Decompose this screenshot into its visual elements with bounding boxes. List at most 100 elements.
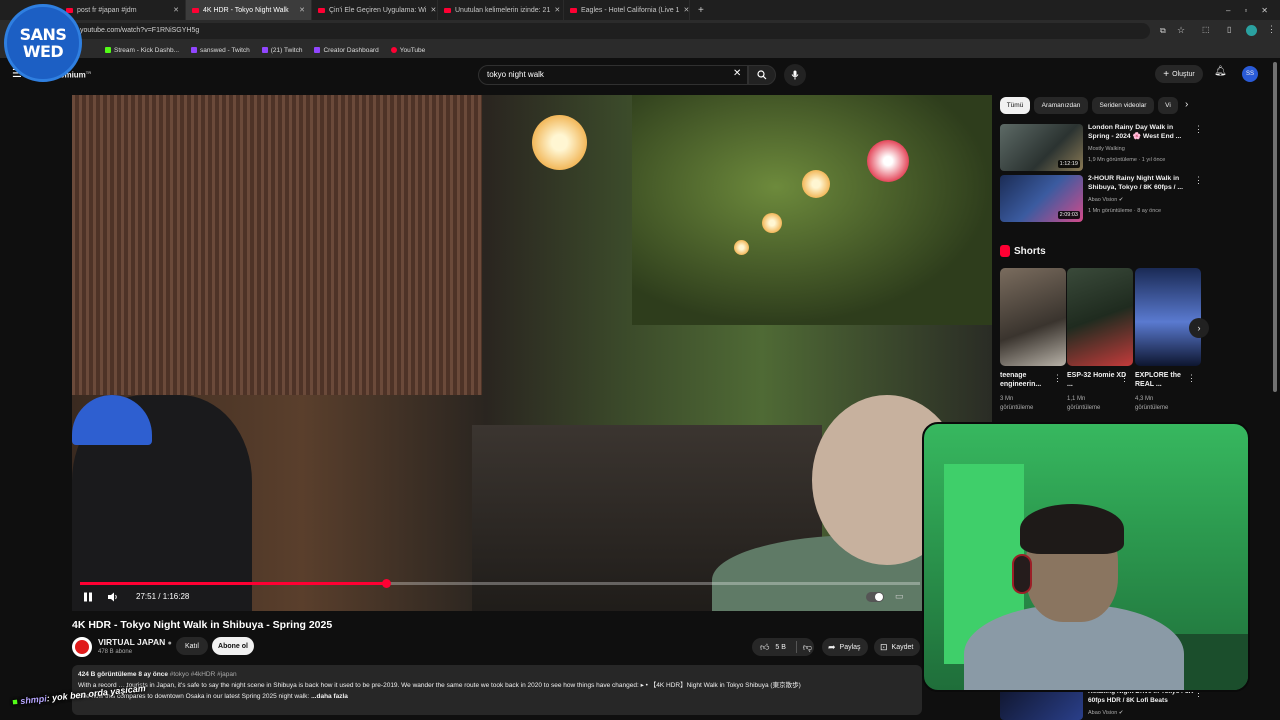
voice-search-button[interactable] [784,64,806,86]
bookmark-item[interactable]: Stream - Kick Dashb... [105,47,179,54]
more-options-icon[interactable]: ⋮ [1187,373,1196,384]
short-title[interactable]: teenage engineerin... [1000,371,1060,389]
close-window-icon[interactable]: ✕ [1261,6,1268,15]
description-box[interactable]: 424 B görüntüleme 8 ay önce #tokyo #4kHD… [72,665,922,715]
extensions-icon[interactable]: ⬚ [1202,25,1210,34]
recommendation-title[interactable]: 2-HOUR Rainy Night Walk in Shibuya, Toky… [1088,175,1193,192]
browser-tab-active[interactable]: 4K HDR - Tokyo Night Walk ✕ [186,0,312,20]
maximize-icon[interactable]: ▫ [1244,6,1247,15]
create-button[interactable]: + Oluştur [1155,65,1203,83]
bookmark-item[interactable]: (21) Twitch [261,47,302,54]
bookmark-star-icon[interactable]: ☆ [1177,25,1185,36]
short-title[interactable]: EXPLORE the REAL ... [1135,371,1195,389]
thumbs-up-icon: 👍︎ [760,641,770,652]
short-title[interactable]: ESP-32 Homie XD ... [1067,371,1127,389]
hashtags[interactable]: #tokyo #4kHDR #japan [170,671,237,678]
plus-icon: + [1163,68,1170,80]
recommendation-channel[interactable]: Abao Vision ✔ [1088,197,1123,203]
save-button[interactable]: ⊡ Kaydet [874,638,920,656]
close-tab-icon[interactable]: ✕ [554,6,560,14]
account-avatar[interactable]: SS [1242,66,1258,82]
kick-chat-icon: ■ [11,696,19,707]
chip-more[interactable]: Vi [1158,97,1178,114]
new-tab-icon[interactable]: + [690,5,712,16]
progress-bar[interactable] [80,579,920,588]
video-lantern [734,240,749,255]
pause-icon[interactable] [82,591,94,603]
recommendation-title[interactable]: London Rainy Day Walk in Spring - 2024 🌸… [1088,124,1193,141]
bookmark-item[interactable]: Creator Dashboard [314,46,379,54]
browser-menu-icon[interactable]: ⋮ [1267,24,1276,35]
webcam-streamer-hair [1020,504,1124,554]
channel-avatar[interactable] [72,637,92,657]
short-thumbnail[interactable] [1067,268,1133,366]
clear-search-icon[interactable]: ✕ [733,68,741,79]
twitch-icon [191,47,198,53]
video-frame-wall [72,95,482,395]
chips-next-icon[interactable]: › [1185,99,1188,110]
shorts-icon [1000,245,1010,257]
show-more-link[interactable]: ...daha fazla [311,693,348,700]
close-tab-icon[interactable]: ✕ [430,6,436,14]
chip-all[interactable]: Tümü [1000,97,1030,114]
search-button[interactable] [748,65,776,85]
recommendation-item[interactable]: 1:12:19 London Rainy Day Walk in Spring … [1000,124,1203,172]
recommendation-meta: 1,9 Mn görüntüleme · 1 yıl önce [1088,157,1166,163]
join-button[interactable]: Katıl [176,637,208,655]
browser-tab[interactable]: Unutulan kelimelerin izinde: 21 ✕ [438,0,564,20]
bookmark-item[interactable]: sanswed - Twitch [191,47,250,54]
youtube-favicon-icon [444,7,451,13]
youtube-icon [390,47,397,53]
progress-scrubber[interactable] [381,579,391,588]
recommendation-item[interactable]: 2:09:03 2-HOUR Rainy Night Walk in Shibu… [1000,175,1203,223]
tab-label: post fr #japan #jdm [77,6,137,14]
short-thumbnail[interactable] [1000,268,1066,366]
url-field[interactable]: youtube.com/watch?v=F1RNiSGYH5g [70,23,1150,39]
search-input[interactable]: tokyo night walk [478,65,748,85]
close-tab-icon[interactable]: ✕ [299,6,305,14]
webcam-overlay [922,422,1250,692]
volume-icon[interactable] [107,591,119,603]
more-options-icon[interactable]: ⋮ [1194,175,1203,186]
bookmark-icon: ⊡ [880,641,888,652]
subscribe-button[interactable]: Abone ol [212,637,254,655]
bookmark-label: Creator Dashboard [323,46,379,54]
autoplay-toggle[interactable] [866,592,884,602]
progress-fill [80,582,386,585]
sidebar-icon[interactable]: ▯ [1227,25,1231,34]
logo-region: TR [85,70,92,75]
more-options-icon[interactable]: ⋮ [1194,124,1203,135]
minimize-icon[interactable]: – [1226,6,1230,15]
video-thumbnail[interactable]: 1:12:19 [1000,124,1083,171]
browser-tab[interactable]: Eagles - Hotel California (Live 1 ✕ [564,0,690,20]
video-player[interactable] [72,95,992,611]
video-thumbnail[interactable]: 2:09:03 [1000,175,1083,222]
notifications-bell-icon[interactable]: 🔔︎ [1214,66,1227,77]
recommendation-channel[interactable]: Mostly Walking [1088,146,1125,152]
subscriber-count: 478 B abone [98,649,133,655]
bookmark-item[interactable]: YouTube [390,47,425,54]
channel-name[interactable]: VIRTUAL JAPAN ● [98,637,172,647]
recommendation-channel[interactable]: Abao Vision ✔ [1088,710,1123,716]
short-views: 4,3 Mn görüntüleme [1135,396,1169,411]
tab-label: Çin'i Ele Geçiren Uygulama: Wi [329,6,427,14]
install-app-icon[interactable]: ⧉ [1160,26,1166,36]
browser-tab[interactable]: Çin'i Ele Geçiren Uygulama: Wi ✕ [312,0,438,20]
share-button[interactable]: ➦ Paylaş [822,638,868,656]
chip-from-series[interactable]: Seriden videolar [1092,97,1154,114]
close-tab-icon[interactable]: ✕ [173,6,179,14]
subtitles-icon[interactable]: ▭ [895,591,904,602]
tab-label: Eagles - Hotel California (Live 1 [581,6,680,14]
chip-from-search[interactable]: Aramanızdan [1034,97,1088,114]
short-thumbnail[interactable] [1135,268,1201,366]
close-tab-icon[interactable]: ✕ [683,6,689,14]
page-scrollbar[interactable] [1273,62,1277,392]
more-options-icon[interactable]: ⋮ [1053,373,1062,384]
shorts-next-icon[interactable]: › [1189,318,1209,338]
profile-avatar-icon[interactable] [1246,25,1257,36]
browser-tab[interactable]: post fr #japan #jdm ✕ [60,0,186,20]
thumbs-down-icon[interactable]: 👎︎ [803,642,812,653]
more-options-icon[interactable]: ⋮ [1120,373,1129,384]
like-button[interactable]: 👍︎ 5 B 👎︎ [752,638,814,656]
bookmarks-bar: Stream - Kick Dashb... sanswed - Twitch … [0,42,1280,58]
